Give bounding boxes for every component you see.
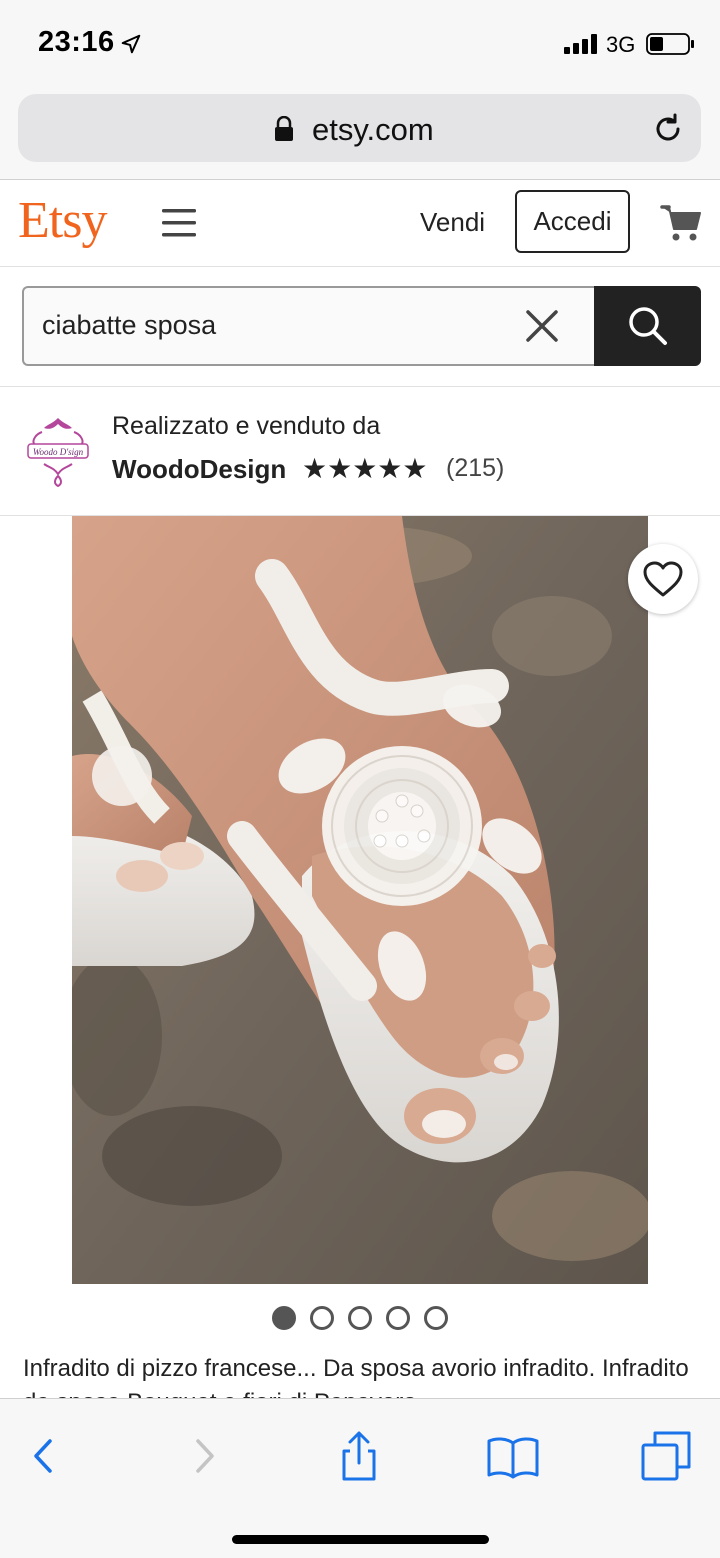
chevron-left-icon[interactable]: [18, 1429, 72, 1483]
search-icon: [628, 307, 667, 345]
url-text: etsy.com: [312, 112, 434, 147]
signin-button[interactable]: Accedi: [515, 190, 630, 253]
pagination-dot[interactable]: [424, 1306, 448, 1330]
site-header: Etsy Vendi Accedi: [0, 181, 720, 267]
pagination-dot[interactable]: [386, 1306, 410, 1330]
browser-toolbar: [0, 1398, 720, 1558]
search-box: [22, 286, 596, 366]
search-row: [0, 267, 720, 387]
shop-name[interactable]: WoodoDesign: [112, 454, 286, 485]
gallery-pagination: [0, 1306, 720, 1332]
shop-rating-stars: ★★★★★: [302, 453, 428, 484]
shop-review-count: (215): [446, 454, 505, 482]
sell-link[interactable]: Vendi: [420, 207, 485, 238]
location-arrow-icon: [121, 34, 141, 54]
pagination-dot[interactable]: [310, 1306, 334, 1330]
pagination-dot[interactable]: [272, 1306, 296, 1330]
product-image[interactable]: [72, 516, 648, 1284]
browser-chrome: etsy.com: [0, 88, 720, 180]
url-bar[interactable]: etsy.com: [18, 94, 701, 162]
status-time: 23:16: [38, 26, 115, 58]
favorite-button[interactable]: [628, 544, 698, 614]
shop-info[interactable]: Woodo D'sign Realizzato e venduto da Woo…: [0, 388, 720, 516]
cart-icon[interactable]: [660, 201, 702, 243]
signal-icon: [564, 34, 597, 54]
home-indicator: [232, 1535, 489, 1544]
search-button[interactable]: [594, 286, 701, 366]
search-input[interactable]: [42, 310, 482, 341]
close-icon[interactable]: [524, 308, 560, 344]
book-icon[interactable]: [486, 1429, 540, 1483]
share-icon[interactable]: [332, 1429, 386, 1483]
chevron-right-icon[interactable]: [176, 1429, 230, 1483]
product-title: Infradito di pizzo francese... Da sposa …: [23, 1355, 689, 1398]
status-bar: 23:16 3G: [0, 0, 720, 88]
lock-icon: [275, 116, 293, 141]
shop-caption: Realizzato e venduto da: [112, 412, 381, 440]
shop-logo-text: Woodo D'sign: [33, 447, 84, 457]
battery-icon: [646, 33, 694, 55]
heart-icon: [643, 561, 683, 597]
network-label: 3G: [606, 32, 636, 57]
pagination-dot[interactable]: [348, 1306, 372, 1330]
etsy-logo[interactable]: Etsy: [18, 191, 107, 250]
shop-avatar[interactable]: Woodo D'sign: [22, 414, 94, 488]
tabs-icon[interactable]: [640, 1429, 694, 1483]
reload-icon[interactable]: [651, 112, 685, 146]
hamburger-menu-icon[interactable]: [162, 206, 196, 240]
product-gallery: [0, 516, 720, 1286]
